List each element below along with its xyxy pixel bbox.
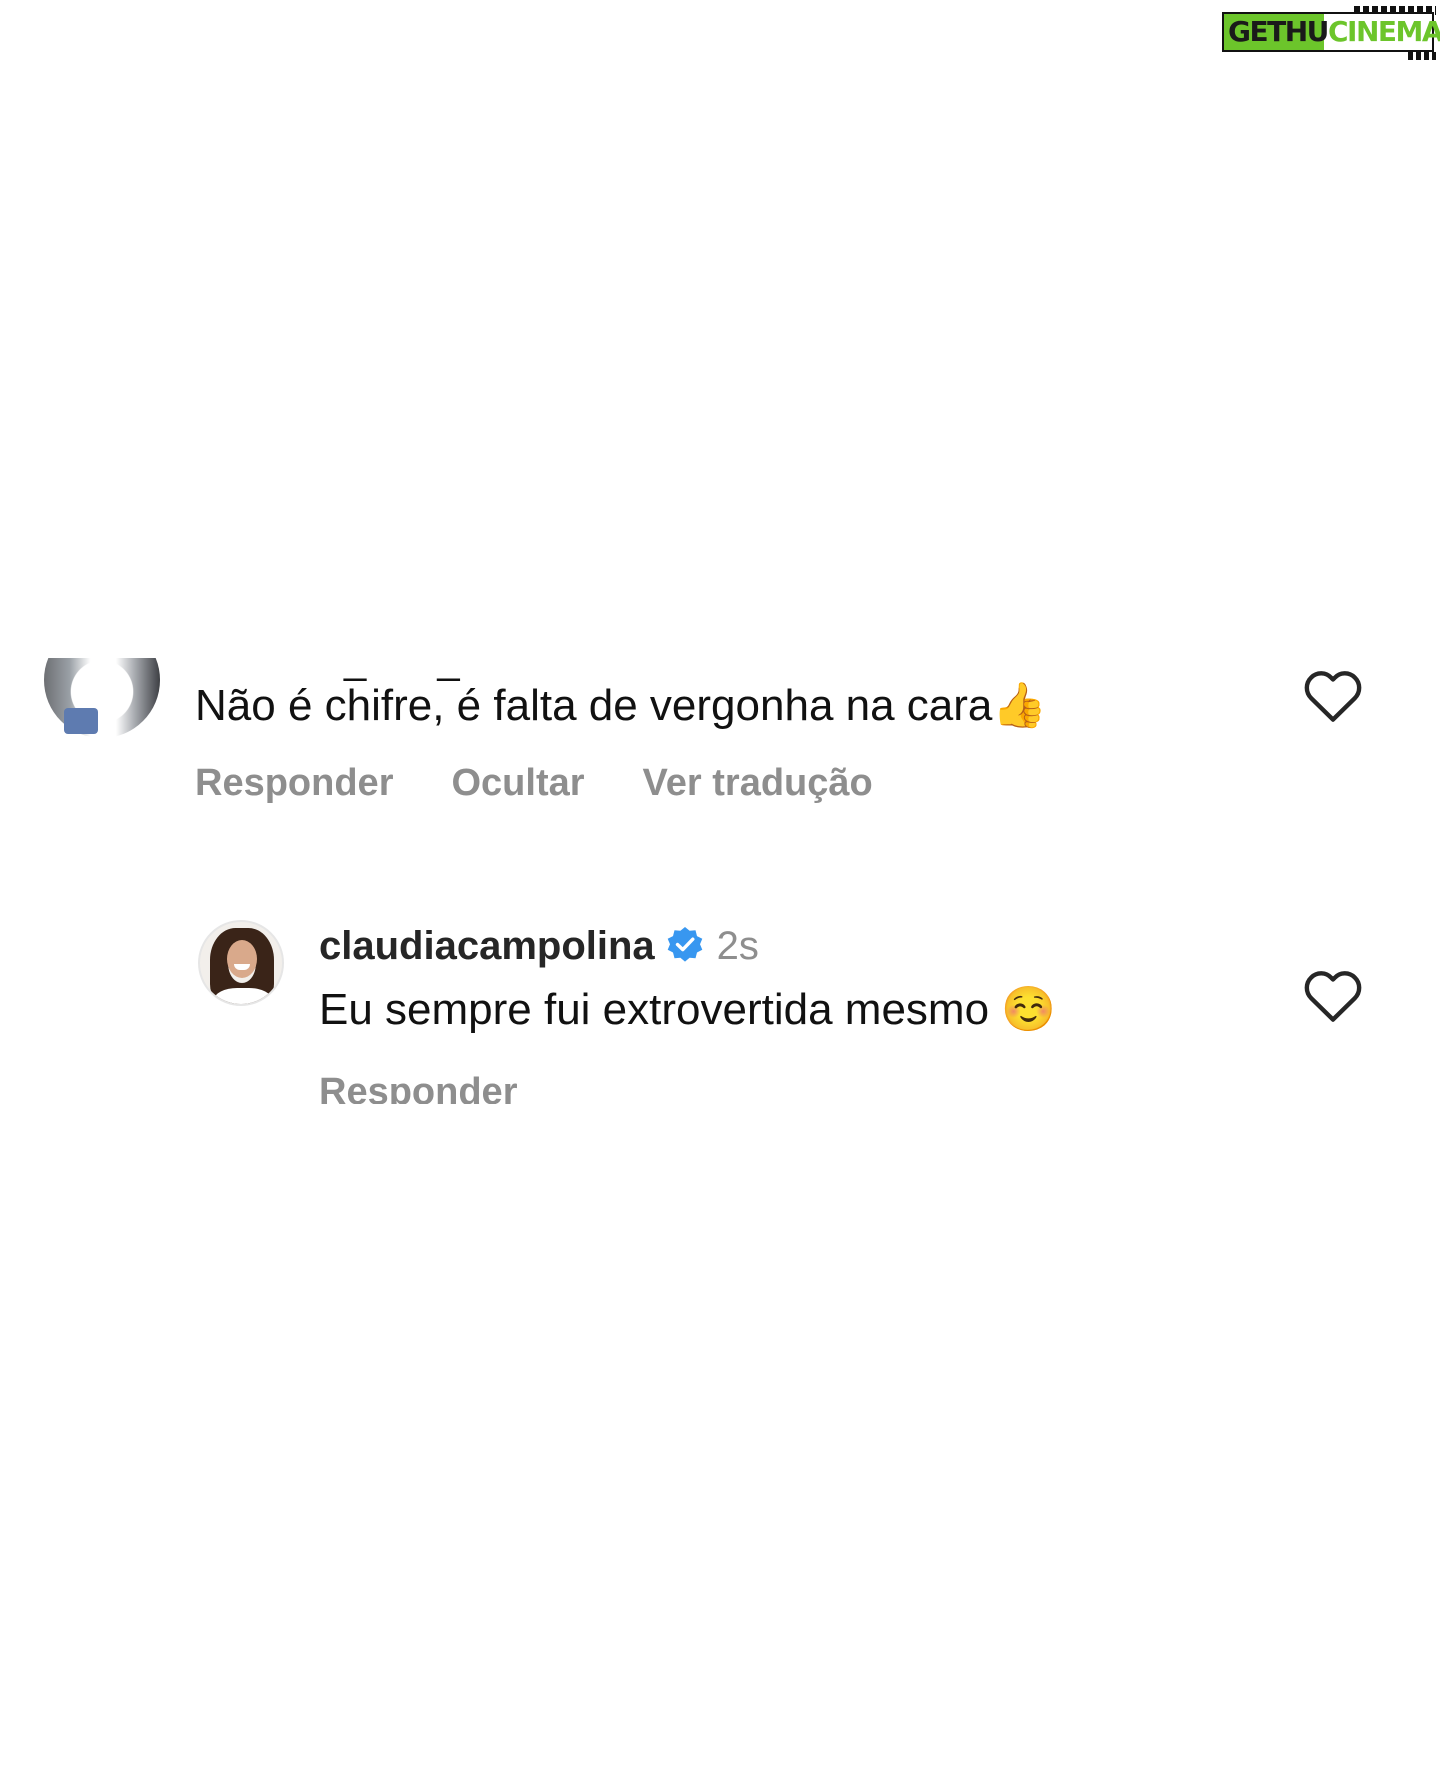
reply-text: Eu sempre fui extrovertida mesmo ☺️ [319,984,1056,1036]
avatar-shirt [214,988,272,1004]
thumbs-up-emoji: 👍 [992,681,1048,730]
logo-text-secondary: CINEMA [1328,15,1440,48]
heart-outline-icon[interactable] [1302,666,1364,724]
logo-badge: GETHU CINEMA [1222,12,1440,52]
reply-username[interactable]: claudiacampolina [319,924,655,968]
avatar-image [44,658,160,738]
reply-heart-outline-icon[interactable] [1302,966,1364,1024]
reply-header: claudiacampolina 2s [319,922,759,970]
comment-actions: Responder Ocultar Ver tradução [195,762,931,805]
watermark-logo: GETHU CINEMA [1222,6,1440,60]
comment-text: Não é chifre, é falta de vergonha na car… [195,680,1047,732]
logo-text-primary: GETHU [1228,15,1329,48]
reply-timestamp: 2s [716,924,759,968]
comment-body: Não é chifre, é falta de vergonha na car… [195,681,993,730]
hide-button[interactable]: Ocultar [451,762,584,805]
commenter-avatar[interactable] [44,658,160,738]
reply-avatar[interactable] [198,920,284,1006]
verified-badge-icon [667,927,702,962]
see-translation-button[interactable]: Ver tradução [643,762,873,805]
reply-button[interactable]: Responder [195,762,393,805]
avatar-detail [64,708,98,734]
commenter-username-fragment[interactable]: _ _ [344,640,490,680]
smiling-emoji: ☺️ [1001,985,1057,1034]
film-strip-icon-bottom [1408,52,1436,60]
reply-body: Eu sempre fui extrovertida mesmo [319,985,990,1034]
avatar-face [227,940,257,978]
reply-reply-button[interactable]: Responder [319,1070,517,1104]
